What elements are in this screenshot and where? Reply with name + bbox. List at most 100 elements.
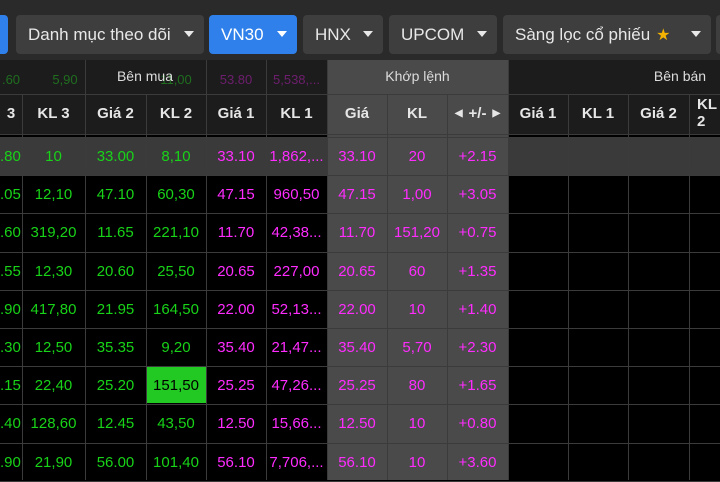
cell-kl3: 10 [45,148,62,165]
group-header-sell: Bên bán [653,68,707,84]
cell-kl3: 128,60 [30,415,77,432]
tab-upcom[interactable]: UPCOM [389,15,497,54]
tab-partial-left[interactable] [0,15,8,54]
cell-kl1: 227,00 [273,263,320,280]
grid-vline [85,60,86,94]
cell-gia1: 35.40 [217,339,255,356]
chevron-down-icon [477,31,487,37]
cell-chg: +0.75 [458,224,497,241]
cell-chg: +3.05 [458,186,497,203]
cell-kl1: 960,50 [273,186,320,203]
grid-vline [85,94,86,480]
grid-hline [0,137,720,138]
cell-kl2: 151,50 [146,367,206,403]
ghost-cell: 5,90 [52,72,78,87]
cell-kl: 80 [408,377,426,394]
cell-kl: 10 [408,454,426,471]
cell-chg: +1.40 [458,301,497,318]
col-header[interactable]: KL 2 [146,94,206,132]
col-header[interactable]: KL 2 [689,94,720,132]
cell-chg: +1.65 [458,377,497,394]
col-header[interactable]: 3 [0,94,22,132]
cell-kl1: 52,13... [271,301,322,318]
cell-c3: .90 [0,301,21,318]
cell-c3: .40 [0,415,21,432]
group-header-buy: Bên mua [116,68,174,84]
tab-watchlist[interactable]: Danh mục theo dõi [16,15,204,54]
cell-kl3: 12,30 [34,263,73,280]
col-header-change[interactable]: ◀ +/- ▶ [447,94,508,132]
cell-kl1: 7,706,... [269,454,324,471]
grid-vline [327,94,328,480]
grid-vline [146,94,147,480]
tab-label: UPCOM [401,24,465,44]
star-icon: ★ [656,26,671,44]
col-header[interactable]: KL [387,94,447,132]
cell-c3: .05 [0,186,21,203]
group-header-match: Khớp lệnh [385,68,450,84]
grid-vline [206,94,207,480]
market-tab-bar: Danh mục theo dõi VN30 HNX UPCOM Sàng lọ… [0,0,720,60]
cell-chg: +2.30 [458,339,497,356]
cell-kl2: 164,50 [153,301,199,318]
grid-hline [0,404,720,405]
cell-kl3: 22,40 [34,377,73,394]
cell-gia2: 56.00 [96,454,135,471]
grid-hline [0,252,720,253]
cell-kl: 10 [408,301,426,318]
cell-gia: 47.15 [338,186,376,203]
cell-c3: .55 [0,263,21,280]
tab-stock-screener[interactable]: Sàng lọc cổ phiếu ★ [503,15,711,54]
cell-gia: 22.00 [338,301,376,318]
cell-gia2: 47.10 [96,186,135,203]
cell-kl1: 42,38... [271,224,322,241]
cell-gia2: 11.65 [97,224,134,241]
cell-kl1: 47,26... [271,377,322,394]
cell-chg: +2.15 [458,148,497,165]
tab-label: Sàng lọc cổ phiếu [515,24,651,44]
cell-kl3: 21,90 [34,454,73,471]
col-header[interactable]: KL 3 [22,94,85,132]
tab-label: VN30 [221,24,264,44]
cell-chg: +0.80 [458,415,497,432]
col-header[interactable]: KL 1 [266,94,327,132]
cell-kl3: 12,50 [34,339,73,356]
cell-gia1: 56.10 [217,454,255,471]
chevron-down-icon [363,31,373,37]
tab-hnx[interactable]: HNX [303,15,383,54]
col-header[interactable]: Giá 2 [628,94,689,132]
cell-gia: 56.10 [338,454,376,471]
cell-kl1: 15,66... [271,415,322,432]
cell-kl3: 417,80 [30,301,77,318]
col-header[interactable]: Giá 1 [508,94,568,132]
triangle-right-icon[interactable]: ▶ [492,108,500,119]
ghost-cell: 5,538,... [273,72,320,87]
cell-kl2: 101,40 [153,454,199,471]
triangle-left-icon[interactable]: ◀ [455,108,463,119]
cell-chg: +1.35 [458,263,497,280]
grid-vline [22,94,23,480]
cell-gia: 33.10 [338,148,376,165]
grid-hline [0,175,720,176]
col-header[interactable]: Giá 1 [206,94,266,132]
cell-chg: +3.60 [458,454,497,471]
cell-kl2: 43,50 [157,415,195,432]
col-header[interactable]: Giá 2 [85,94,146,132]
cell-kl3: 319,20 [30,224,77,241]
grid-vline [266,60,267,94]
cell-kl1: 21,47... [271,339,322,356]
cell-gia1: 20.65 [217,263,255,280]
col-header-label: +/- [468,104,487,122]
col-header[interactable]: Giá [327,94,387,132]
grid-vline [327,60,328,94]
cell-gia1: 47.15 [217,186,255,203]
cell-kl: 151,20 [394,224,440,241]
col-header[interactable]: KL 1 [568,94,628,132]
cell-gia2: 33.00 [96,148,135,165]
tab-partial-right[interactable] [716,15,720,54]
grid-vline [508,94,509,480]
cell-kl: 10 [408,415,426,432]
tab-vn30[interactable]: VN30 [209,15,297,54]
ghost-cell: 53.80 [219,72,253,87]
grid-vline [508,60,509,94]
